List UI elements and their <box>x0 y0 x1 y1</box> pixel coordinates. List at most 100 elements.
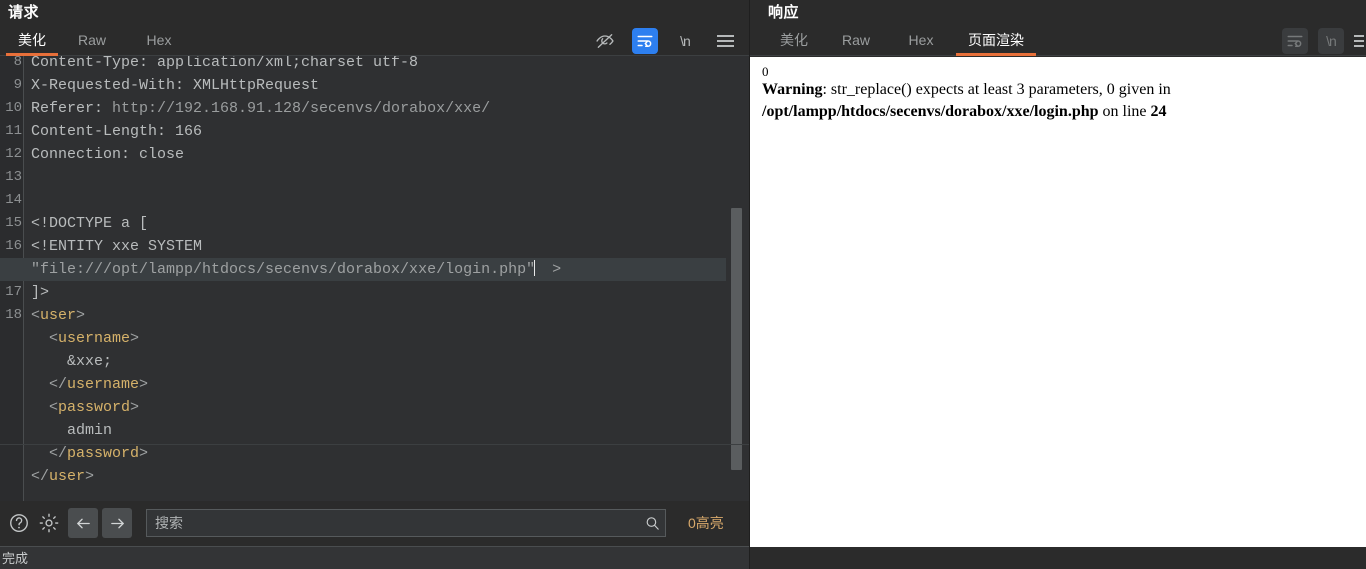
tag-name: password <box>67 445 140 462</box>
tab-request-raw[interactable]: Raw <box>70 26 114 56</box>
eye-off-icon[interactable] <box>592 28 618 54</box>
find-previous-button[interactable] <box>68 508 98 538</box>
status-bar: 完成 <box>0 546 750 569</box>
newline-icon-label: \n <box>1326 33 1337 49</box>
warning-label: Warning <box>762 81 823 98</box>
line-number <box>0 419 22 442</box>
line-text: ]> <box>31 284 50 301</box>
tag-open: </ <box>49 376 68 393</box>
response-tabbar: 美化 Raw Hex 页面渲染 <box>750 26 1366 56</box>
entity-uri: "file:///opt/lampp/htdocs/secenvs/dorabo… <box>31 261 536 278</box>
tag-close: > <box>130 330 140 347</box>
status-text: 完成 <box>2 551 29 566</box>
editor-code-area[interactable]: 8 Content-Type: application/xml;charset … <box>0 56 726 501</box>
password-value: admin <box>67 422 113 439</box>
tag-name: user <box>49 468 86 485</box>
tab-request-hex[interactable]: Hex <box>136 26 182 56</box>
tag-name: username <box>58 330 131 347</box>
tag-name: username <box>67 376 140 393</box>
line-number: 14 <box>5 192 22 208</box>
tag-close: > <box>139 376 149 393</box>
newline-icon[interactable]: \n <box>672 28 698 54</box>
tag-open: </ <box>49 445 68 462</box>
line-number <box>0 442 22 465</box>
response-leading-zero: 0 <box>762 64 769 79</box>
line-number: 17 <box>5 284 22 300</box>
code-line: 15 <!DOCTYPE a [ <box>0 212 726 235</box>
code-line: 18 <user> <box>0 304 726 327</box>
newline-icon-label: \n <box>680 33 691 49</box>
response-rendered-view: 0 Warning: str_replace() expects at leas… <box>750 57 1366 547</box>
response-footer <box>750 547 1366 569</box>
warning-line-number: 24 <box>1150 103 1167 120</box>
line-text: Content-Type: application/xml;charset ut… <box>31 56 419 71</box>
code-line: 9 X-Requested-With: XMLHttpRequest <box>0 74 726 97</box>
hamburger-menu-icon[interactable] <box>712 28 738 54</box>
code-line: admin <box>0 419 726 442</box>
code-line: 12 Connection: close <box>0 143 726 166</box>
request-panel: 请求 美化 Raw Hex \n 8 Content-Type: applica… <box>0 0 750 569</box>
burp-repeater-window: 请求 美化 Raw Hex \n 8 Content-Type: applica… <box>0 0 1366 569</box>
search-box[interactable] <box>146 509 666 537</box>
tag-open: < <box>49 399 59 416</box>
code-line: 8 Content-Type: application/xml;charset … <box>0 56 726 74</box>
code-line: 10 Referer: http://192.168.91.128/secenv… <box>0 97 726 120</box>
word-wrap-icon[interactable] <box>1282 28 1308 54</box>
line-text: Content-Length: 166 <box>31 123 203 140</box>
tag-close: > <box>130 399 140 416</box>
tab-response-raw[interactable]: Raw <box>834 26 878 56</box>
code-line: 16 <!ENTITY xxe SYSTEM <box>0 235 726 258</box>
line-number: 16 <box>5 238 22 254</box>
line-number: 18 <box>5 307 22 323</box>
search-icon[interactable] <box>639 515 665 532</box>
code-line: 17 ]> <box>0 281 726 304</box>
highlight-count: 0高亮 <box>688 515 724 531</box>
entity-suffix: > <box>552 261 562 278</box>
find-next-button[interactable] <box>102 508 132 538</box>
line-number: 10 <box>5 100 22 116</box>
tab-response-render[interactable]: 页面渲染 <box>956 26 1036 56</box>
line-text: <!ENTITY xxe SYSTEM <box>31 238 203 255</box>
tag-name: password <box>58 399 131 416</box>
response-panel: 响应 美化 Raw Hex 页面渲染 \n 0 Warning: str_rep… <box>750 0 1366 569</box>
tab-response-meihua[interactable]: 美化 <box>768 26 820 56</box>
word-wrap-icon[interactable] <box>632 28 658 54</box>
response-toolbar: \n <box>1282 27 1364 55</box>
editor-vertical-scrollbar[interactable] <box>731 56 742 501</box>
warning-text: str_replace() expects at least 3 paramet… <box>830 81 1171 98</box>
hamburger-menu-icon[interactable] <box>1354 28 1364 54</box>
code-line: 13 <box>0 166 726 189</box>
scrollbar-thumb[interactable] <box>731 208 742 470</box>
request-editor[interactable]: 8 Content-Type: application/xml;charset … <box>0 56 750 501</box>
code-line: </user> <box>0 465 726 488</box>
tab-response-hex[interactable]: Hex <box>898 26 944 56</box>
header-url: http://192.168.91.128/secenvs/dorabox/xx… <box>112 100 491 117</box>
tag-open: < <box>49 330 59 347</box>
line-number <box>0 350 22 373</box>
code-line: <password> <box>0 396 726 419</box>
line-number <box>0 327 22 350</box>
line-text: Connection: close <box>31 146 185 163</box>
line-number: 8 <box>13 56 22 70</box>
warning-file-path: /opt/lampp/htdocs/secenvs/dorabox/xxe/lo… <box>762 103 1099 120</box>
line-number: 12 <box>5 146 22 162</box>
tag-close: > <box>76 307 86 324</box>
editor-bottom-divider <box>0 444 750 445</box>
tag-open: </ <box>31 468 50 485</box>
warning-on-line: on line <box>1098 103 1151 120</box>
search-input[interactable] <box>147 515 639 531</box>
find-toolbar: 0高亮 <box>0 501 750 545</box>
line-number <box>0 396 22 419</box>
tab-request-meihua[interactable]: 美化 <box>6 26 58 56</box>
warning-colon: : <box>822 81 831 98</box>
code-line: 14 <box>0 189 726 212</box>
line-number: 13 <box>5 169 22 185</box>
line-text: <!DOCTYPE a [ <box>31 215 149 232</box>
request-toolbar: \n <box>592 27 738 55</box>
code-line: &xxe; <box>0 350 726 373</box>
response-panel-title: 响应 <box>768 4 800 21</box>
newline-icon[interactable]: \n <box>1318 28 1344 54</box>
help-icon[interactable] <box>4 508 34 538</box>
line-number: 11 <box>5 123 22 139</box>
gear-icon[interactable] <box>34 508 64 538</box>
